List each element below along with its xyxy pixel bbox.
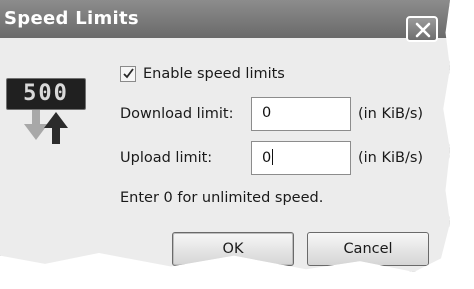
cancel-button[interactable]: Cancel — [307, 232, 429, 266]
upload-limit-label: Upload limit: — [120, 150, 213, 166]
unlimited-hint: Enter 0 for unlimited speed. — [120, 190, 324, 206]
upload-limit-value: 0 — [262, 150, 272, 166]
download-limit-label: Download limit: — [120, 106, 234, 122]
upload-limit-input[interactable]: 0 — [251, 141, 351, 175]
download-limit-input[interactable]: 0 — [251, 97, 351, 131]
download-limit-value: 0 — [262, 105, 272, 121]
close-button[interactable] — [406, 16, 438, 42]
speed-limits-dialog: Speed Limits 500 Enable speed limits Dow… — [0, 0, 450, 272]
close-icon — [415, 22, 431, 38]
title-bar: Speed Limits — [0, 0, 450, 42]
upload-unit-label: (in KiB/s) — [358, 150, 424, 166]
ok-button[interactable]: OK — [172, 232, 294, 266]
enable-speed-limits-checkbox[interactable] — [120, 66, 136, 82]
text-caret — [272, 149, 274, 165]
enable-speed-limits-label[interactable]: Enable speed limits — [143, 66, 285, 82]
speed-digits: 500 — [6, 78, 86, 110]
dialog-title: Speed Limits — [4, 8, 139, 29]
download-unit-label: (in KiB/s) — [358, 106, 424, 122]
checkmark-icon — [123, 68, 134, 79]
speed-limit-icon: 500 — [0, 74, 90, 146]
download-upload-arrows-icon — [24, 110, 68, 144]
